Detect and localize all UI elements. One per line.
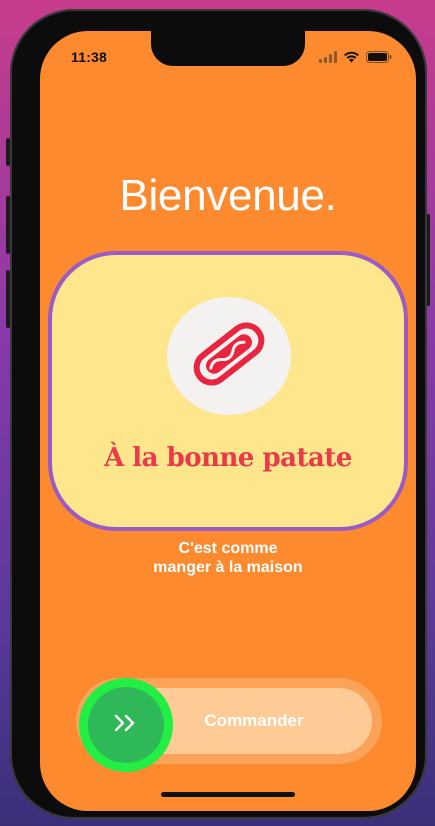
hotdog-icon <box>186 315 272 398</box>
restaurant-card: À la bonne patate <box>48 251 408 531</box>
wifi-icon <box>343 50 360 68</box>
order-slider-knob-inner[interactable] <box>88 687 164 763</box>
notch <box>151 31 305 66</box>
home-indicator[interactable] <box>161 792 295 797</box>
tagline-line-1: C'est comme <box>178 540 278 557</box>
order-slider-knob[interactable] <box>79 678 173 772</box>
welcome-title: Bienvenue. <box>119 171 337 220</box>
battery-icon <box>366 50 392 68</box>
tagline-line-2: manger à la maison <box>153 559 303 576</box>
logo-badge <box>167 297 291 415</box>
app-screen: 11:38 Bienvenue. À la bonne patate C'est… <box>40 31 416 811</box>
double-chevron-right-icon <box>113 713 139 738</box>
status-time: 11:38 <box>71 49 108 65</box>
restaurant-name: À la bonne patate <box>104 443 352 473</box>
phone-frame: 11:38 Bienvenue. À la bonne patate C'est… <box>10 9 427 819</box>
tagline: C'est comme manger à la maison <box>40 539 416 577</box>
cellular-signal-icon <box>319 50 337 68</box>
status-icons <box>319 50 392 68</box>
